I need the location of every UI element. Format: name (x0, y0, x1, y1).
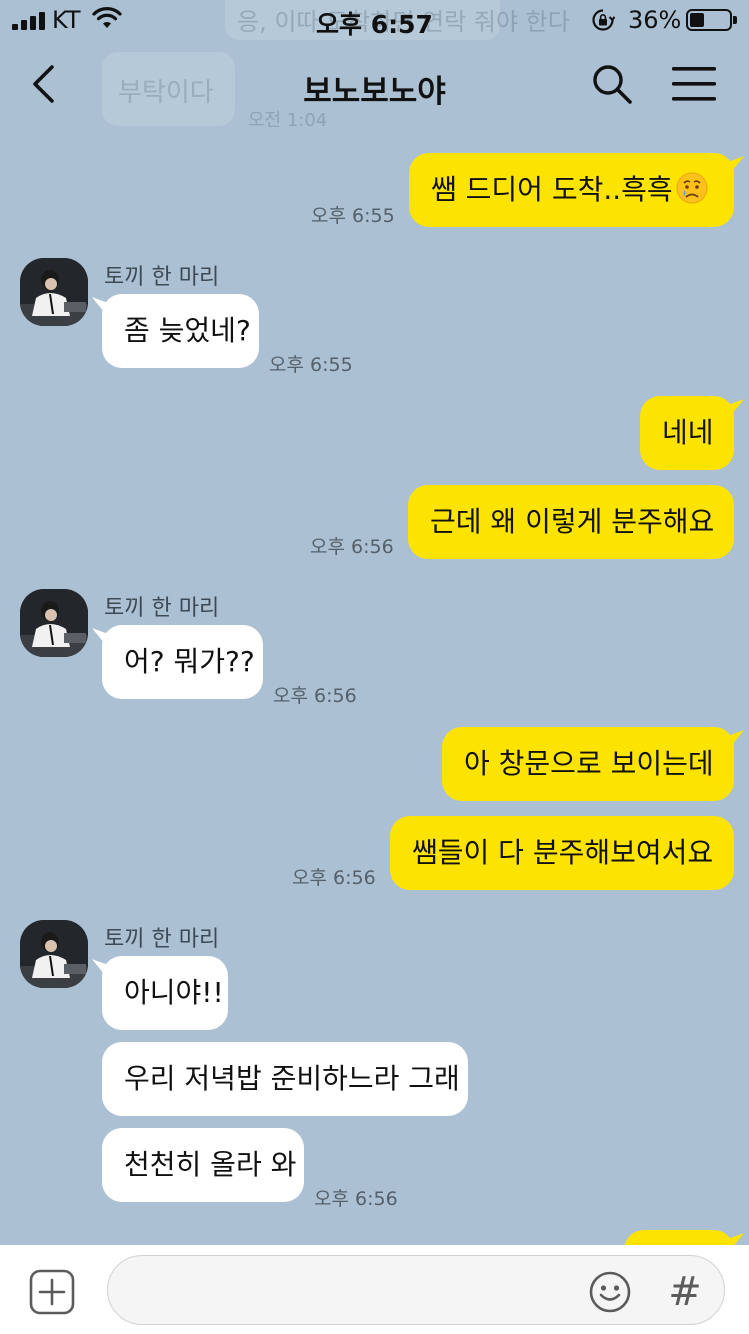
avatar-photo (20, 920, 88, 988)
message-bubble-mine[interactable]: 근데 왜 이렇게 분주해요 (408, 485, 734, 559)
message-text: 네네 (662, 416, 714, 449)
message-time: 오후 6:56 (314, 1188, 398, 1210)
crying-face-emoji (676, 172, 708, 204)
chat-title: 보노보노야 (303, 74, 446, 110)
avatar[interactable] (20, 920, 88, 988)
sender-name: 토끼 한 마리 (104, 265, 220, 290)
message-text: 어? 뭐가?? (124, 645, 255, 678)
avatar-photo (20, 589, 88, 657)
battery-fill (690, 13, 704, 27)
sender-name: 토끼 한 마리 (104, 596, 220, 621)
message-bubble-mine[interactable]: 네네 (640, 396, 734, 470)
message-text: 아 창문으로 보이는데 (464, 747, 714, 780)
message-bubble-other[interactable]: 천천히 올라 와 (102, 1128, 304, 1202)
message-text: 근데 왜 이렇게 분주해요 (430, 505, 715, 538)
smiley-icon[interactable] (588, 1270, 632, 1314)
message-bubble-mine[interactable]: 쌤 드디어 도착..흑흑 (409, 153, 734, 227)
message-bubble-other[interactable]: 좀 늦었네? (102, 294, 259, 368)
message-text: 쌤들이 다 분주해보여서요 (412, 836, 714, 869)
sender-name: 토끼 한 마리 (104, 927, 220, 952)
message-bubble-other[interactable]: 우리 저녁밥 준비하느라 그래 (102, 1042, 468, 1116)
message-text: 천천히 올라 와 (124, 1148, 297, 1181)
chat-screen: 응, 이따 도착하면 연락 줘야 한다 부탁이다 오전 1:04 KT 오후 6… (0, 0, 749, 1334)
message-time: 오후 6:56 (310, 536, 394, 558)
message-bubble-mine[interactable]: 아 창문으로 보이는데 (442, 727, 734, 801)
avatar[interactable] (20, 589, 88, 657)
message-text: 아니야!! (124, 976, 224, 1009)
message-time: 오후 6:55 (311, 205, 395, 227)
message-text: 좀 늦었네? (124, 314, 251, 347)
battery-percent: 36% (628, 6, 682, 34)
message-time: 오후 6:55 (269, 354, 353, 376)
search-icon[interactable] (590, 62, 634, 106)
message-time: 오후 6:56 (273, 685, 357, 707)
message-bubble-mine[interactable]: 쌤들이 다 분주해보여서요 (390, 816, 734, 890)
chat-header: 보노보노야 (0, 44, 749, 124)
message-time: 오후 6:56 (292, 867, 376, 889)
message-text: 쌤 드디어 도착..흑흑 (431, 173, 673, 206)
message-bubble-other[interactable]: 아니야!! (102, 956, 228, 1030)
chevron-left-icon[interactable] (22, 62, 66, 106)
plus-square-icon[interactable] (29, 1269, 75, 1315)
orientation-lock-icon (592, 9, 615, 31)
hash-icon[interactable]: # (660, 1267, 710, 1317)
message-text: 우리 저녁밥 준비하느라 그래 (124, 1062, 460, 1095)
message-input-bar: # (0, 1245, 749, 1334)
avatar-photo (20, 258, 88, 326)
status-bar: KT 오후 6:57 36% (0, 0, 749, 42)
message-bubble-other[interactable]: 어? 뭐가?? (102, 625, 263, 699)
hamburger-menu-icon[interactable] (668, 64, 720, 104)
avatar[interactable] (20, 258, 88, 326)
battery-icon (686, 9, 737, 31)
message-input[interactable] (107, 1255, 725, 1325)
